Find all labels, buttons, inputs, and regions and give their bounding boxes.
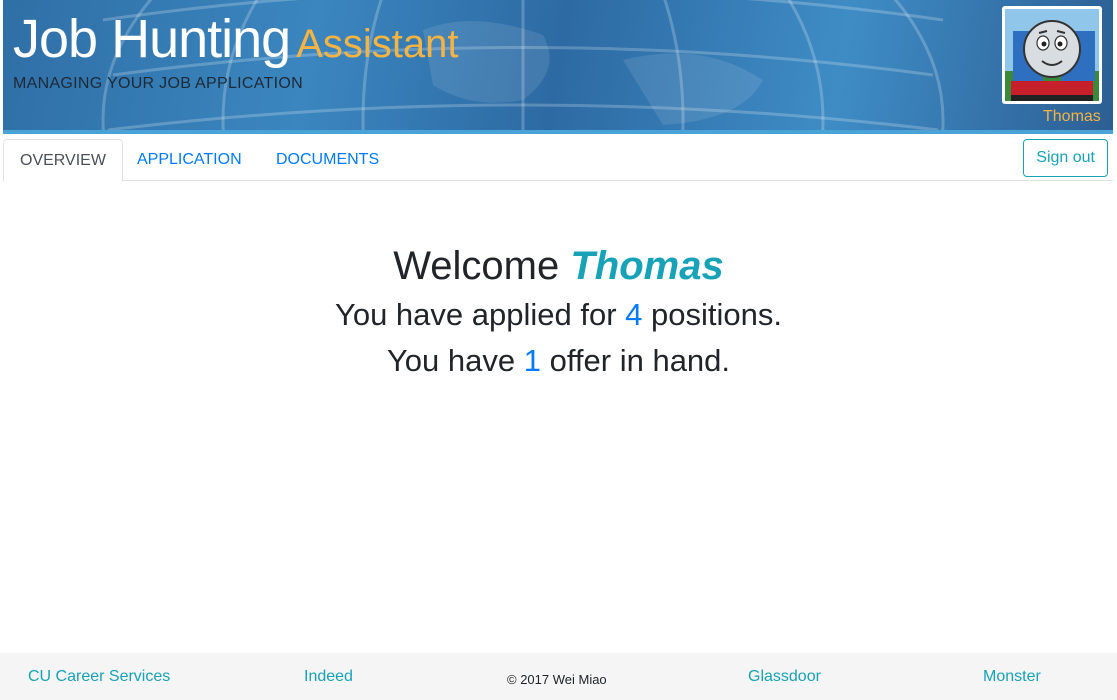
applied-summary: You have applied for 4 positions. bbox=[0, 292, 1117, 338]
offer-count: 1 bbox=[523, 343, 541, 378]
header-user-name[interactable]: Thomas bbox=[1043, 108, 1101, 126]
welcome-user-name: Thomas bbox=[570, 244, 724, 288]
offer-summary: You have 1 offer in hand. bbox=[0, 338, 1117, 384]
offer-prefix: You have bbox=[386, 343, 516, 378]
app-title-main: Job Hunting bbox=[13, 9, 291, 69]
avatar[interactable] bbox=[1002, 6, 1102, 104]
tab-documents[interactable]: DOCUMENTS bbox=[260, 139, 395, 182]
welcome-heading: Welcome Thomas bbox=[0, 240, 1117, 292]
app-title: Job Hunting Assistant bbox=[13, 8, 459, 70]
footer-link-monster[interactable]: Monster bbox=[983, 668, 1041, 686]
sign-out-button[interactable]: Sign out bbox=[1023, 139, 1108, 177]
app-subtitle: MANAGING YOUR JOB APPLICATION bbox=[13, 75, 303, 92]
header-banner: Job Hunting Assistant MANAGING YOUR JOB A… bbox=[3, 0, 1113, 134]
tab-overview[interactable]: OVERVIEW bbox=[3, 139, 123, 182]
footer: CU Career Services Indeed © 2017 Wei Mia… bbox=[0, 653, 1117, 700]
applied-suffix: positions. bbox=[651, 297, 782, 332]
footer-link-cu-career-services[interactable]: CU Career Services bbox=[28, 668, 170, 686]
welcome-prefix: Welcome bbox=[393, 244, 560, 288]
app-title-accent: Assistant bbox=[296, 22, 459, 66]
offer-suffix: offer in hand. bbox=[549, 343, 731, 378]
footer-link-glassdoor[interactable]: Glassdoor bbox=[748, 668, 821, 686]
nav-tabs: OVERVIEW APPLICATION DOCUMENTS Sign out bbox=[3, 134, 1113, 182]
overview-summary: Welcome Thomas You have applied for 4 po… bbox=[0, 240, 1117, 384]
thomas-train-avatar-icon bbox=[1005, 9, 1099, 101]
footer-copyright: © 2017 Wei Miao bbox=[507, 672, 607, 687]
applied-count: 4 bbox=[625, 297, 643, 332]
footer-link-indeed[interactable]: Indeed bbox=[304, 668, 353, 686]
tab-application[interactable]: APPLICATION bbox=[121, 139, 258, 182]
applied-prefix: You have applied for bbox=[335, 297, 617, 332]
